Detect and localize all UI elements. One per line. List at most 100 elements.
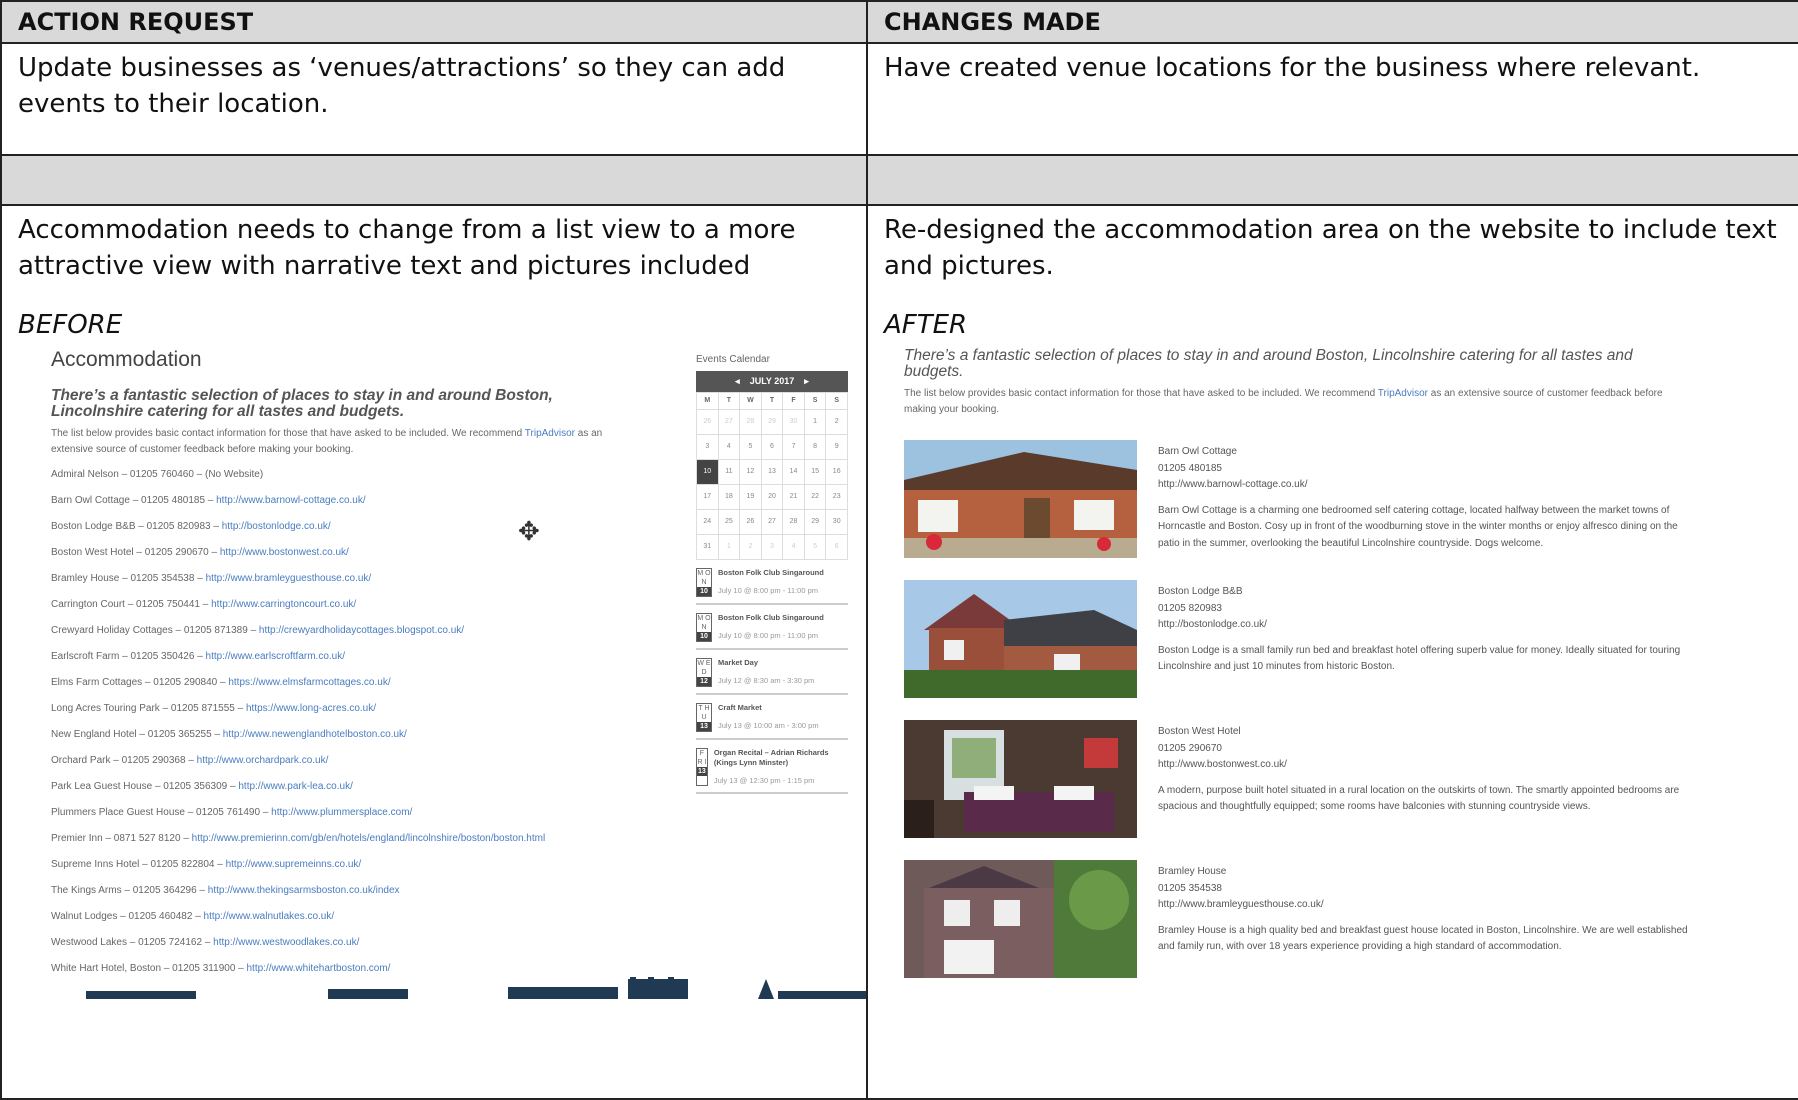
calendar-event[interactable]: T H U 13 Craft Market July 13 @ 10:00 am - …	[696, 703, 848, 740]
listing-url[interactable]: http://bostonlodge.co.uk/	[1158, 617, 1698, 634]
after-tripadvisor-link[interactable]: TripAdvisor	[1378, 388, 1428, 399]
event-title[interactable]: Boston Folk Club Singaround	[718, 613, 824, 623]
change-venues-text: Have created venue locations for the bus…	[884, 53, 1701, 83]
accommodation-website-link[interactable]: http://www.barnowl-cottage.co.uk/	[216, 495, 366, 506]
accommodation-list-item: Orchard Park – 01205 290368 – http://www…	[51, 748, 631, 774]
listing-bramley-house: Bramley House 01205 354538 http://www.br…	[904, 860, 1704, 980]
calendar-day[interactable]: 4	[783, 535, 805, 560]
calendar-day[interactable]: 9	[826, 435, 848, 460]
calendar-day[interactable]: 18	[718, 485, 741, 510]
calendar-day[interactable]: 14	[783, 460, 805, 485]
calendar-day[interactable]: 15	[804, 460, 827, 485]
before-label: BEFORE	[18, 310, 123, 340]
calendar-day[interactable]: 7	[783, 435, 805, 460]
accommodation-entry-text: Earlscroft Farm – 01205 350426 –	[51, 651, 206, 662]
calendar-event[interactable]: F R I 13 Organ Recital – Adrian Richards (…	[696, 748, 848, 794]
calendar-day[interactable]: 23	[826, 485, 848, 510]
accommodation-website-link[interactable]: http://www.bramleyguesthouse.co.uk/	[206, 573, 372, 584]
accommodation-list-item: The Kings Arms – 01205 364296 – http://w…	[51, 878, 631, 904]
calendar-day[interactable]: 2	[740, 535, 762, 560]
accommodation-list-item: New England Hotel – 01205 365255 – http:…	[51, 722, 631, 748]
calendar-event[interactable]: W E D 12 Market Day July 12 @ 8:30 am - 3:3…	[696, 658, 848, 695]
boston-lodge-photo	[904, 580, 1137, 698]
before-tripadvisor-link[interactable]: TripAdvisor	[525, 428, 575, 439]
accommodation-website-link[interactable]: http://crewyardholidaycottages.blogspot.…	[259, 625, 464, 636]
calendar-day[interactable]: 21	[783, 485, 805, 510]
event-title[interactable]: Boston Folk Club Singaround	[718, 568, 824, 578]
calendar-day[interactable]: 5	[804, 535, 827, 560]
accommodation-website-link[interactable]: http://www.westwoodlakes.co.uk/	[213, 937, 359, 948]
calendar-day[interactable]: 3	[761, 535, 784, 560]
accommodation-website-link[interactable]: https://www.elmsfarmcottages.co.uk/	[228, 677, 390, 688]
accommodation-website-link[interactable]: http://www.supremeinns.co.uk/	[226, 859, 362, 870]
calendar-day[interactable]: 27	[718, 410, 741, 435]
calendar-event[interactable]: M O N 10 Boston Folk Club Singaround July 1…	[696, 613, 848, 650]
calendar-grid: M T W T F S S 26 27 28 29 30 1 2 3 4 5 6 7 8 9 10 11 12 13 14 15 16…	[696, 392, 848, 560]
accommodation-website-link[interactable]: http://www.earlscroftfarm.co.uk/	[206, 651, 346, 662]
calendar-day[interactable]: 10	[697, 460, 719, 485]
calendar-day[interactable]: 28	[740, 410, 762, 435]
calendar-day[interactable]: 27	[761, 510, 784, 535]
listing-name: Barn Owl Cottage	[1158, 446, 1237, 457]
calendar-day[interactable]: 30	[826, 510, 848, 535]
accommodation-website-link[interactable]: http://www.orchardpark.co.uk/	[197, 755, 329, 766]
calendar-day[interactable]: 4	[718, 435, 741, 460]
calendar-day[interactable]: 16	[826, 460, 848, 485]
event-title[interactable]: Market Day	[718, 658, 814, 668]
calendar-next-icon[interactable]: ▸	[804, 376, 809, 386]
calendar-day[interactable]: 12	[740, 460, 762, 485]
accommodation-website-link[interactable]: http://www.premierinn.com/gb/en/hotels/e…	[192, 833, 546, 844]
accommodation-website-link[interactable]: http://www.newenglandhotelboston.co.uk/	[223, 729, 407, 740]
listing-url[interactable]: http://www.bostonwest.co.uk/	[1158, 757, 1698, 774]
calendar-day[interactable]: 22	[804, 485, 827, 510]
calendar-day[interactable]: 6	[761, 435, 784, 460]
calendar-day[interactable]: 2	[826, 410, 848, 435]
listing-url[interactable]: http://www.barnowl-cottage.co.uk/	[1158, 477, 1698, 494]
calendar-day[interactable]: 17	[697, 485, 719, 510]
accommodation-list-item: Admiral Nelson – 01205 760460 – (No Webs…	[51, 462, 631, 488]
calendar-day[interactable]: 6	[826, 535, 848, 560]
calendar-day[interactable]: 20	[761, 485, 784, 510]
accommodation-website-link[interactable]: http://www.whitehartboston.com/	[247, 963, 391, 974]
boston-lodge-info: Boston Lodge B&B 01205 820983 http://bos…	[1158, 584, 1698, 676]
accommodation-website-link[interactable]: http://www.carringtoncourt.co.uk/	[211, 599, 356, 610]
event-title[interactable]: Craft Market	[718, 703, 819, 713]
calendar-day[interactable]: 13	[761, 460, 784, 485]
calendar-day[interactable]: 31	[697, 535, 719, 560]
accommodation-website-link[interactable]: https://www.long-acres.co.uk/	[246, 703, 376, 714]
calendar-day[interactable]: 25	[718, 510, 741, 535]
calendar-event[interactable]: M O N 10 Boston Folk Club Singaround July 1…	[696, 568, 848, 605]
event-day: 13	[697, 722, 711, 731]
accommodation-website-link[interactable]: http://www.thekingsarmsboston.co.uk/inde…	[208, 885, 400, 896]
event-weekday: W E D	[697, 660, 711, 676]
calendar-day[interactable]: 29	[761, 410, 784, 435]
calendar-day[interactable]: 24	[697, 510, 719, 535]
calendar-day[interactable]: 1	[718, 535, 741, 560]
accommodation-website-link[interactable]: http://www.bostonwest.co.uk/	[220, 547, 349, 558]
calendar-day[interactable]: 26	[740, 510, 762, 535]
calendar-day[interactable]: 28	[783, 510, 805, 535]
calendar-day[interactable]: 26	[697, 410, 719, 435]
accommodation-entry-text: Admiral Nelson – 01205 760460 – (No Webs…	[51, 469, 264, 480]
calendar-prev-icon[interactable]: ◂	[735, 376, 740, 386]
accommodation-website-link[interactable]: http://www.park-lea.co.uk/	[238, 781, 353, 792]
calendar-day[interactable]: 8	[804, 435, 827, 460]
calendar-day[interactable]: 29	[804, 510, 827, 535]
calendar-day[interactable]: 30	[783, 410, 805, 435]
accommodation-website-link[interactable]: http://www.walnutlakes.co.uk/	[204, 911, 335, 922]
accommodation-list-item: Boston Lodge B&B – 01205 820983 – http:/…	[51, 514, 631, 540]
calendar-day[interactable]: 3	[697, 435, 719, 460]
calendar-day[interactable]: 5	[740, 435, 762, 460]
event-title[interactable]: Organ Recital – Adrian Richards (Kings L…	[714, 748, 848, 768]
changes-table: ACTION REQUEST CHANGES MADE Update busin…	[0, 0, 1798, 1100]
calendar-day[interactable]: 19	[740, 485, 762, 510]
accommodation-website-link[interactable]: http://www.plummersplace.com/	[271, 807, 412, 818]
calendar-day[interactable]: 1	[804, 410, 827, 435]
accommodation-website-link[interactable]: http://bostonlodge.co.uk/	[222, 521, 331, 532]
bramley-house-info: Bramley House 01205 354538 http://www.br…	[1158, 864, 1698, 956]
accommodation-entry-text: Boston Lodge B&B – 01205 820983 –	[51, 521, 222, 532]
listing-barn-owl-cottage: Barn Owl Cottage 01205 480185 http://www…	[904, 440, 1704, 560]
calendar-day[interactable]: 11	[718, 460, 741, 485]
event-date-badge: M O N 10	[696, 568, 712, 597]
listing-url[interactable]: http://www.bramleyguesthouse.co.uk/	[1158, 897, 1698, 914]
